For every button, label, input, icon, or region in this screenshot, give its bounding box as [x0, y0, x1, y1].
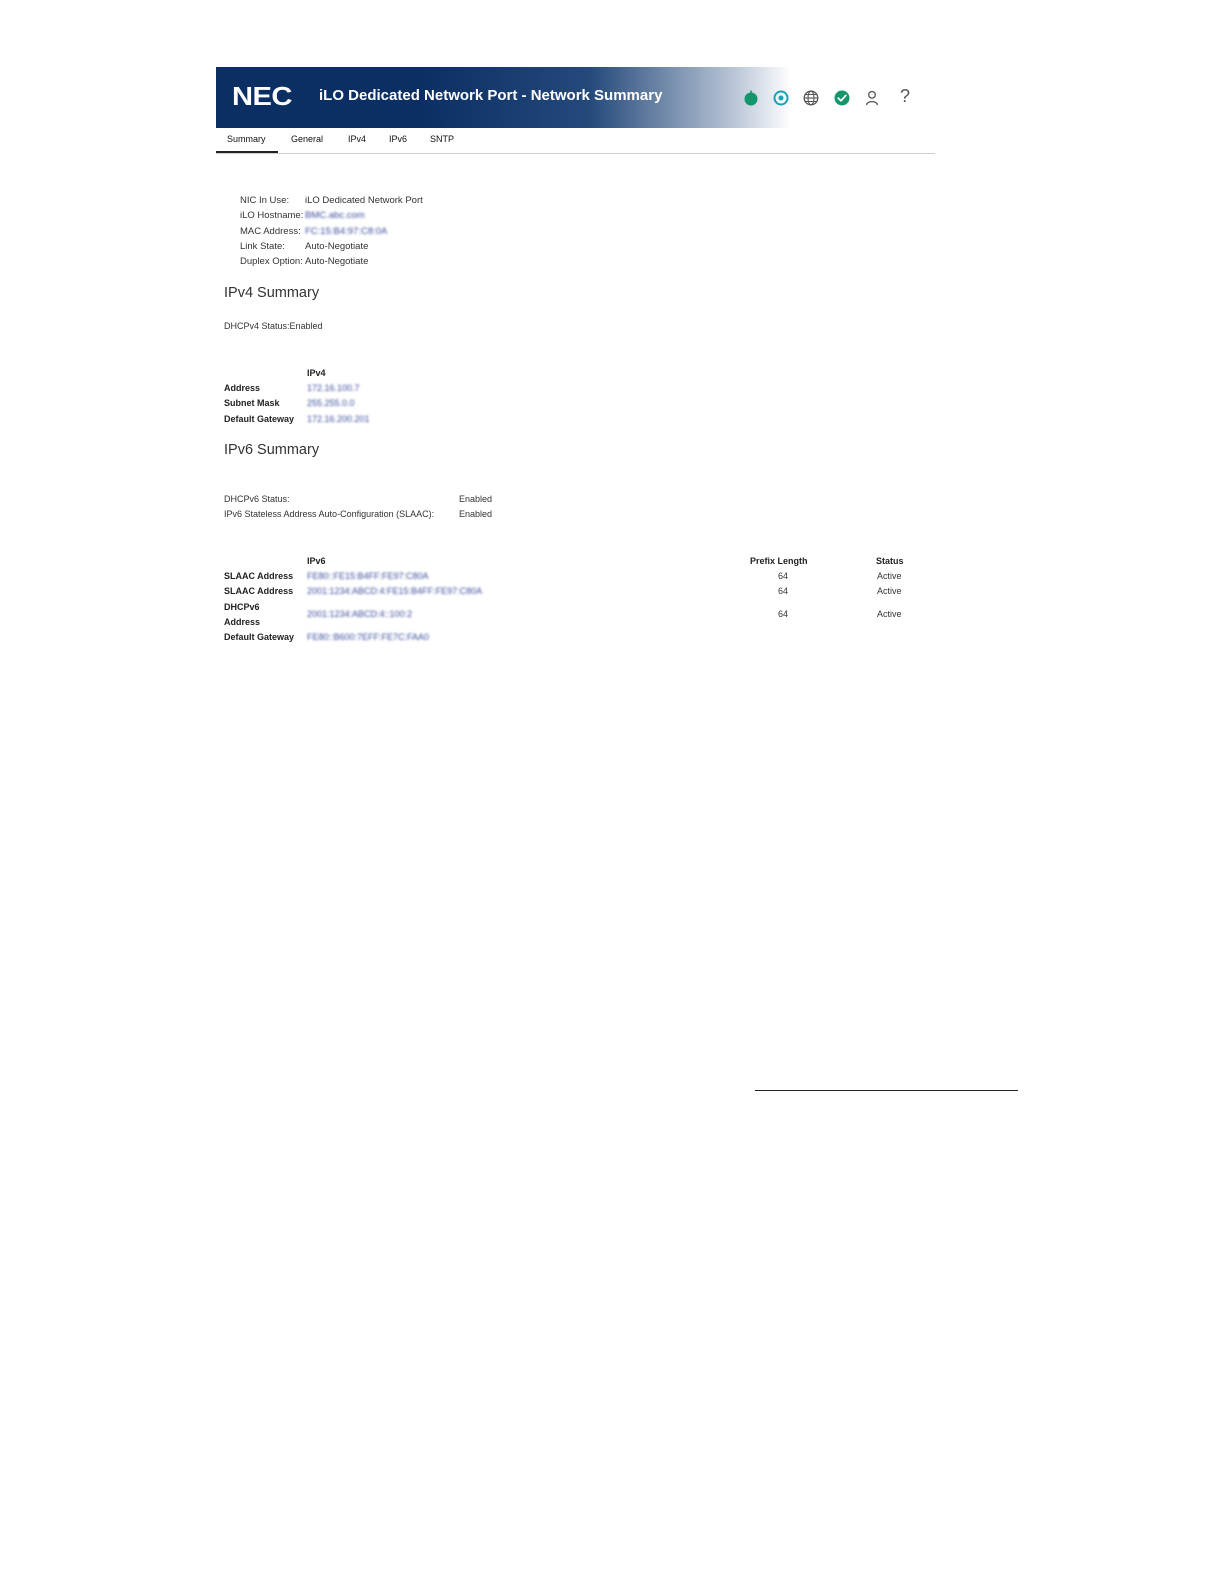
dhcpv6-value: Enabled: [459, 494, 493, 504]
nic-label: NIC In Use:: [240, 195, 290, 206]
ipv4-row-label: Address: [224, 383, 261, 393]
ipv6-row-status: Active: [877, 586, 902, 596]
slaac-value: Enabled: [459, 509, 493, 519]
nic-value: iLO Dedicated Network Port: [305, 195, 423, 206]
ipv6-row-value: 2001:1234:ABCD:4:FE15:B4FF:FE97:C80A: [307, 586, 483, 596]
nic-label: MAC Address:: [240, 226, 301, 237]
globe-icon[interactable]: [802, 89, 820, 107]
ipv4-row-label: Default Gateway: [224, 414, 295, 424]
ipv6-row-value: FE80::B600:7EFF:FE7C:FAA0: [307, 632, 430, 642]
nic-label: iLO Hostname:: [240, 210, 304, 221]
ipv6-row-status: Active: [877, 609, 902, 619]
tab-bar: Summary General IPv4 IPv6 SNTP: [216, 128, 935, 154]
dhcpv4-label: DHCPv4 Status:: [224, 321, 290, 331]
ipv4-column-header: IPv4: [307, 368, 326, 378]
ipv6-summary-heading: IPv6 Summary: [224, 442, 320, 458]
ipv4-summary-heading: IPv4 Summary: [224, 285, 320, 301]
dhcpv6-label: DHCPv6 Status:: [224, 494, 290, 504]
ipv6-column-header: IPv6: [307, 556, 326, 566]
ipv6-row-prefix: 64: [778, 609, 789, 619]
ipv4-row-value: 255.255.0.0: [307, 398, 355, 408]
ipv6-row-label: SLAAC Address: [224, 586, 294, 596]
nec-logo: NEC: [232, 81, 292, 111]
dhcpv4-status: DHCPv4 Status:Enabled: [224, 321, 323, 331]
dhcpv4-value: Enabled: [289, 321, 323, 331]
slaac-label: IPv6 Stateless Address Auto-Configuratio…: [224, 509, 435, 519]
active-tab-indicator: [216, 151, 278, 153]
ipv6-row-value: 2001:1234:ABCD:4::100:2: [307, 609, 413, 619]
ipv6-row-label: Address: [224, 617, 261, 627]
check-icon[interactable]: [833, 89, 851, 107]
ipv4-row-value: 172.16.200.201: [307, 414, 370, 424]
ipv6-row-prefix: 64: [778, 571, 789, 581]
target-icon[interactable]: [772, 89, 790, 107]
page-title: iLO Dedicated Network Port - Network Sum…: [319, 87, 663, 104]
header-banner: NEC iLO Dedicated Network Port - Network…: [216, 67, 935, 128]
tab-sntp[interactable]: SNTP: [430, 134, 454, 144]
tab-general[interactable]: General: [291, 134, 323, 144]
tab-ipv6[interactable]: IPv6: [389, 134, 407, 144]
status-column-header: Status: [876, 556, 904, 566]
nic-value: BMC.abc.com: [305, 210, 365, 221]
ipv6-row-label: SLAAC Address: [224, 571, 294, 581]
prefix-column-header: Prefix Length: [750, 556, 808, 566]
nic-value: Auto-Negotiate: [305, 256, 369, 267]
ipv6-row-label: Default Gateway: [224, 632, 295, 642]
user-icon[interactable]: [863, 89, 881, 107]
footnote-rule: [755, 1090, 1018, 1091]
ipv6-row-value: FE80::FE15:B4FF:FE97:C80A: [307, 571, 429, 581]
ipv6-row-prefix: 64: [778, 586, 789, 596]
nic-value: FC:15:B4:97:C8:0A: [305, 226, 388, 237]
nic-label: Duplex Option:: [240, 256, 303, 267]
nic-label: Link State:: [240, 241, 285, 252]
ipv6-row-label: DHCPv6: [224, 602, 260, 612]
ipv4-row-value: 172.16.100.7: [307, 383, 360, 393]
tab-summary[interactable]: Summary: [227, 134, 266, 144]
tab-ipv4[interactable]: IPv4: [348, 134, 366, 144]
ipv6-row-status: Active: [877, 571, 902, 581]
ipv4-row-label: Subnet Mask: [224, 398, 280, 408]
health-icon[interactable]: [742, 89, 760, 107]
help-icon[interactable]: ?: [900, 85, 918, 106]
nic-value: Auto-Negotiate: [305, 241, 369, 252]
